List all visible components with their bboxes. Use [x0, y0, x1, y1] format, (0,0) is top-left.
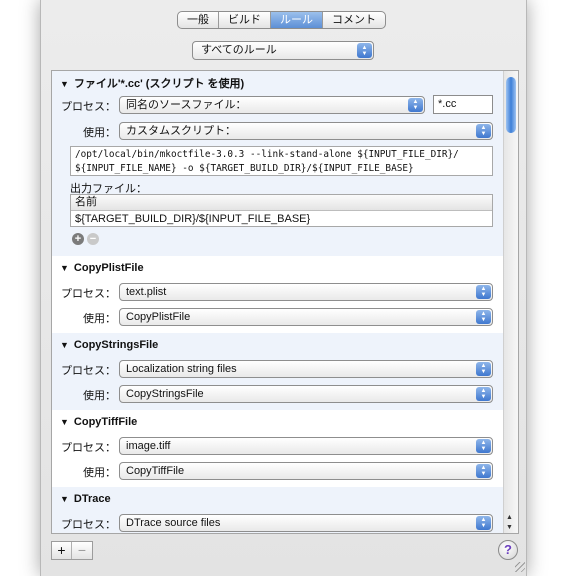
script-line-2: ${INPUT_FILE_NAME} -o ${TARGET_BUILD_DIR… — [75, 163, 414, 174]
use-popup[interactable]: CopyTiffFile ▲ ▼ — [119, 462, 493, 480]
rule-add-remove-buttons: + − — [51, 541, 93, 560]
popup-arrows-icon: ▲ ▼ — [476, 362, 491, 376]
use-value: カスタムスクリプト： — [126, 125, 236, 137]
popup-arrows-icon: ▲ ▼ — [476, 387, 491, 401]
process-label: プロセス： — [61, 442, 116, 454]
output-files-table: 名前 ${TARGET_BUILD_DIR}/${INPUT_FILE_BASE… — [70, 194, 493, 227]
tab-rules[interactable]: ルール — [271, 12, 323, 28]
output-file-row[interactable]: ${TARGET_BUILD_DIR}/${INPUT_FILE_BASE} — [71, 211, 492, 227]
rule-copystringsfile: ▼ CopyStringsFile プロセス： Localization stri… — [52, 333, 504, 410]
process-value: Localization string files — [126, 363, 237, 375]
use-popup[interactable]: CopyStringsFile ▲ ▼ — [119, 385, 493, 403]
use-label: 使用： — [83, 467, 116, 479]
segmented-tabs: 一般 ビルド ルール コメント — [177, 11, 386, 29]
rule-copyplistfile: ▼ CopyPlistFile プロセス： text.plist ▲ ▼ 使用： C… — [52, 256, 504, 333]
process-label: プロセス： — [61, 519, 116, 531]
output-buttons: + − — [72, 233, 99, 245]
process-value: 同名のソースファイル： — [126, 99, 247, 111]
popup-arrows-icon: ▲ ▼ — [476, 464, 491, 478]
use-label: 使用： — [83, 127, 116, 139]
minus-icon[interactable]: − — [87, 233, 99, 245]
remove-rule-button[interactable]: − — [72, 542, 92, 559]
disclosure-triangle-icon[interactable]: ▼ — [60, 340, 69, 350]
scroll-up-arrow-icon[interactable]: ▲ — [506, 514, 513, 521]
scroll-down-arrow-icon[interactable]: ▼ — [506, 524, 513, 531]
process-popup[interactable]: Localization string files ▲ ▼ — [119, 360, 493, 378]
rule-title[interactable]: ▼ CopyTiffFile — [60, 416, 137, 428]
process-label: プロセス： — [61, 101, 116, 113]
process-popup[interactable]: 同名のソースファイル： ▲ ▼ — [119, 96, 425, 114]
popup-arrows-icon: ▲ ▼ — [408, 98, 423, 112]
rule-title[interactable]: ▼ CopyPlistFile — [60, 262, 144, 274]
process-label: プロセス： — [61, 365, 116, 377]
disclosure-triangle-icon[interactable]: ▼ — [60, 417, 69, 427]
rule-custom-cc: ▼ ファイル'*.cc' (スクリプト を使用) プロセス： 同名のソースファイル… — [52, 71, 504, 256]
resize-grip-icon[interactable] — [515, 562, 525, 572]
process-label: プロセス： — [61, 288, 116, 300]
extension-field[interactable]: *.cc — [433, 95, 493, 114]
tab-general[interactable]: 一般 — [178, 12, 219, 28]
use-popup[interactable]: CopyPlistFile ▲ ▼ — [119, 308, 493, 326]
disclosure-triangle-icon[interactable]: ▼ — [60, 494, 69, 504]
popup-arrows-icon: ▲ ▼ — [476, 516, 491, 530]
rule-title-label: DTrace — [73, 493, 111, 505]
use-value: CopyTiffFile — [126, 465, 185, 477]
script-line-1: /opt/local/bin/mkoctfile-3.0.3 --link-st… — [75, 149, 459, 160]
rules-list: ▼ ファイル'*.cc' (スクリプト を使用) プロセス： 同名のソースファイル… — [51, 70, 519, 534]
process-value: text.plist — [126, 286, 167, 298]
script-text-area[interactable]: /opt/local/bin/mkoctfile-3.0.3 --link-st… — [70, 146, 493, 176]
process-popup[interactable]: text.plist ▲ ▼ — [119, 283, 493, 301]
rule-title-label: ファイル'*.cc' (スクリプト を使用) — [73, 78, 245, 90]
popup-arrows-icon: ▲ ▼ — [476, 439, 491, 453]
use-value: CopyStringsFile — [126, 388, 204, 400]
add-rule-button[interactable]: + — [52, 542, 72, 559]
use-popup[interactable]: カスタムスクリプト： ▲ ▼ — [119, 122, 493, 140]
output-column-header[interactable]: 名前 — [71, 195, 492, 211]
popup-arrows-icon: ▲ ▼ — [476, 310, 491, 324]
rule-dtrace: ▼ DTrace プロセス： DTrace source files ▲ ▼ — [52, 487, 504, 533]
tab-build[interactable]: ビルド — [219, 12, 271, 28]
rule-copytifffile: ▼ CopyTiffFile プロセス： image.tiff ▲ ▼ 使用： Co… — [52, 410, 504, 487]
use-label: 使用： — [83, 390, 116, 402]
rule-title[interactable]: ▼ CopyStringsFile — [60, 339, 158, 351]
vertical-scrollbar[interactable]: ▲ ▼ — [503, 71, 518, 533]
rule-title-label: CopyStringsFile — [73, 339, 159, 351]
xcode-target-info-window: 一般 ビルド ルール コメント すべてのルール ▲ ▼ ▼ ファイル'*.cc' (… — [40, 0, 527, 576]
process-popup[interactable]: DTrace source files ▲ ▼ — [119, 514, 493, 532]
rules-filter-popup[interactable]: すべてのルール ▲ ▼ — [192, 41, 374, 60]
rule-title[interactable]: ▼ DTrace — [60, 493, 111, 505]
tab-comments[interactable]: コメント — [323, 12, 385, 28]
process-popup[interactable]: image.tiff ▲ ▼ — [119, 437, 493, 455]
rule-title[interactable]: ▼ ファイル'*.cc' (スクリプト を使用) — [60, 75, 244, 91]
rule-title-label: CopyTiffFile — [73, 416, 138, 428]
popup-arrows-icon: ▲ ▼ — [476, 124, 491, 138]
disclosure-triangle-icon[interactable]: ▼ — [60, 79, 69, 89]
rule-title-label: CopyPlistFile — [73, 262, 144, 274]
use-label: 使用： — [83, 313, 116, 325]
scroll-thumb[interactable] — [506, 77, 516, 133]
use-value: CopyPlistFile — [126, 311, 191, 323]
help-button[interactable]: ? — [498, 540, 518, 560]
popup-arrows-icon: ▲ ▼ — [476, 285, 491, 299]
process-value: image.tiff — [126, 440, 171, 452]
plus-icon[interactable]: + — [72, 233, 84, 245]
rules-filter-label: すべてのルール — [201, 44, 277, 56]
popup-arrows-icon: ▲ ▼ — [357, 43, 372, 58]
disclosure-triangle-icon[interactable]: ▼ — [60, 263, 69, 273]
process-value: DTrace source files — [126, 517, 221, 529]
